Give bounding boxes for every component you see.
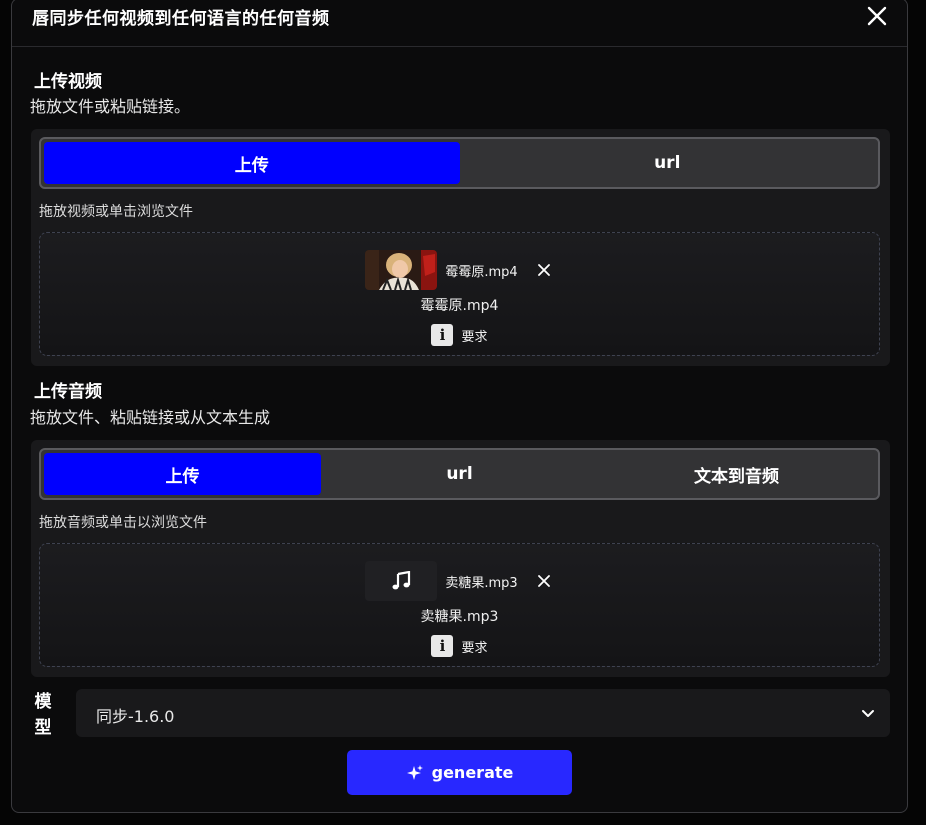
video-file-chip: 霉霉原.mp4	[40, 249, 879, 291]
generate-button[interactable]: generate	[347, 750, 572, 795]
audio-requirements-button[interactable]: i 要求	[40, 635, 879, 657]
video-upload-panel: 上传 url 拖放视频或单击浏览文件 霉霉原.mp4 霉霉原.mp4 i 要求	[31, 129, 890, 366]
tab-audio-upload[interactable]: 上传	[44, 453, 321, 495]
audio-drop-hint: 拖放音频或单击以浏览文件	[39, 515, 207, 531]
tab-audio-url[interactable]: url	[321, 453, 598, 495]
video-dropzone[interactable]: 霉霉原.mp4 霉霉原.mp4 i 要求	[39, 232, 880, 356]
lip-sync-dialog: 唇同步任何视频到任何语言的任何音频 上传视频 拖放文件或粘贴链接。 上传 url…	[11, 0, 908, 813]
close-icon	[867, 6, 887, 26]
close-icon	[537, 575, 550, 587]
video-source-tabs: 上传 url	[39, 137, 880, 189]
video-section-title: 上传视频	[34, 72, 102, 92]
audio-section-subtitle: 拖放文件、粘贴链接或从文本生成	[30, 408, 271, 427]
audio-section-title: 上传音频	[34, 382, 102, 402]
audio-file-name: 卖糖果.mp3	[445, 575, 518, 591]
close-button[interactable]	[865, 4, 889, 28]
video-requirements-button[interactable]: i 要求	[40, 324, 879, 346]
remove-video-button[interactable]	[534, 260, 554, 280]
generate-label: generate	[431, 763, 514, 782]
model-select[interactable]: 同步-1.6.0	[76, 689, 890, 737]
audio-file-caption: 卖糖果.mp3	[420, 609, 499, 625]
model-label: 模型	[34, 692, 52, 738]
remove-audio-button[interactable]	[534, 571, 554, 591]
tab-video-upload[interactable]: 上传	[44, 142, 460, 184]
info-icon: i	[431, 324, 454, 346]
audio-file-chip: 卖糖果.mp3	[40, 560, 879, 602]
audio-source-tabs: 上传 url 文本到音频	[39, 448, 880, 500]
dialog-header: 唇同步任何视频到任何语言的任何音频	[12, 0, 907, 47]
music-note-icon	[392, 571, 411, 590]
requirements-label: 要求	[461, 329, 488, 345]
sparkle-icon	[406, 764, 423, 780]
video-file-caption: 霉霉原.mp4	[420, 298, 499, 314]
model-selected-value: 同步-1.6.0	[96, 707, 175, 726]
video-drop-hint: 拖放视频或单击浏览文件	[39, 204, 193, 220]
audio-dropzone[interactable]: 卖糖果.mp3 卖糖果.mp3 i 要求	[39, 543, 880, 667]
chevron-down-icon	[862, 710, 874, 717]
tab-text-to-audio[interactable]: 文本到音频	[598, 453, 875, 495]
requirements-label: 要求	[461, 640, 488, 656]
audio-upload-panel: 上传 url 文本到音频 拖放音频或单击以浏览文件 卖糖果.mp3 卖糖果.mp…	[31, 440, 890, 677]
video-file-name: 霉霉原.mp4	[445, 264, 518, 280]
dialog-title: 唇同步任何视频到任何语言的任何音频	[32, 9, 330, 29]
audio-thumbnail	[365, 561, 438, 601]
info-icon: i	[431, 635, 454, 657]
close-icon	[537, 264, 550, 276]
video-thumbnail	[365, 250, 438, 290]
tab-video-url[interactable]: url	[460, 142, 876, 184]
video-section-subtitle: 拖放文件或粘贴链接。	[30, 97, 191, 116]
